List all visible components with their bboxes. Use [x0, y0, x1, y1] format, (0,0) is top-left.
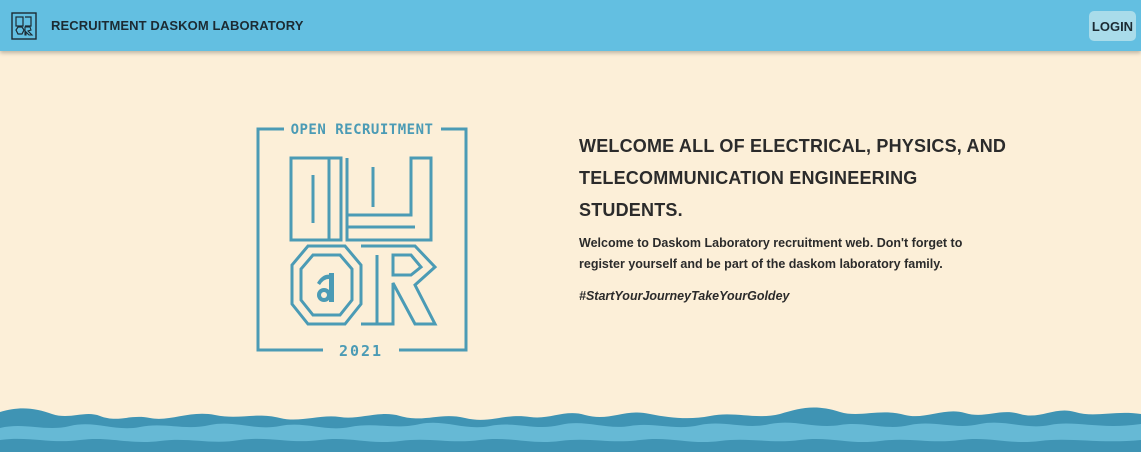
decorative-waves: [0, 407, 1141, 452]
logo-year-text: 2021: [339, 342, 383, 357]
daskom-logo-icon[interactable]: [11, 12, 37, 40]
welcome-description: Welcome to Daskom Laboratory recruitment…: [579, 236, 963, 271]
welcome-headline: WELCOME ALL OF ELECTRICAL, PHYSICS, AND …: [579, 136, 1007, 220]
brand-title: RECRUITMENT DASKOM LABORATORY: [51, 18, 304, 33]
hashtag-text: #StartYourJourneyTakeYourGoldey: [579, 289, 790, 303]
login-button[interactable]: LOGIN: [1089, 11, 1136, 41]
top-navbar: RECRUITMENT DASKOM LABORATORY LOGIN: [0, 0, 1141, 51]
open-recruitment-logo: OPEN RECRUITMENT 2021: [256, 122, 468, 357]
logo-open-recruitment-text: OPEN RECRUITMENT: [291, 122, 434, 138]
